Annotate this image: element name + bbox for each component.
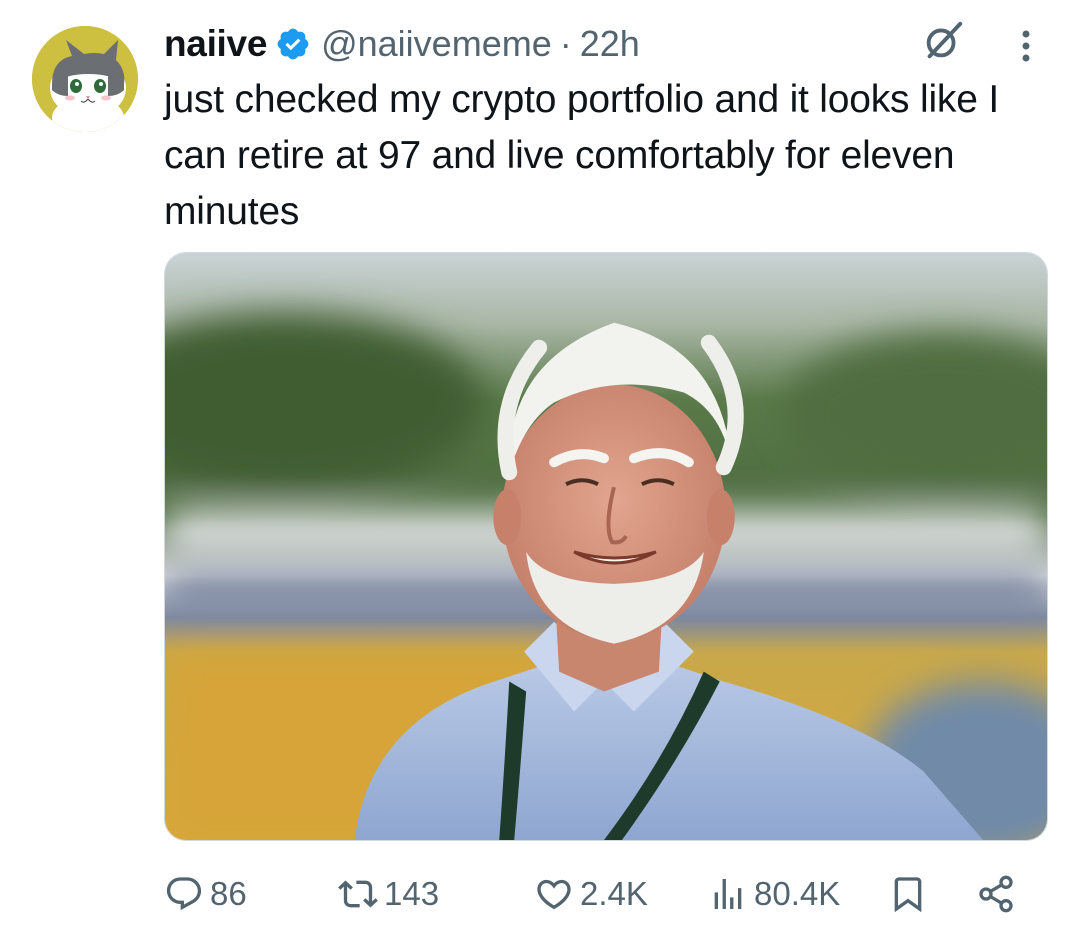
avatar[interactable] (32, 26, 138, 132)
reply-button[interactable]: 86 (164, 864, 247, 924)
user-handle[interactable]: @naiivememe (321, 23, 552, 65)
retweet-count: 143 (384, 875, 440, 912)
separator-dot: · (559, 23, 572, 64)
tweet-photo[interactable] (164, 252, 1048, 841)
retweet-button[interactable]: 143 (338, 864, 439, 924)
reply-icon (166, 877, 202, 911)
share-button[interactable] (976, 864, 1016, 924)
tweet-action-bar: 86 143 2.4K 80.4K (164, 864, 1044, 924)
retweet-icon (338, 880, 378, 908)
heart-icon (537, 879, 571, 910)
tweet-text: just checked my crypto portfolio and it … (164, 78, 999, 233)
bookmark-icon (894, 877, 922, 913)
views-button[interactable]: 80.4K (708, 864, 840, 924)
share-icon (979, 875, 1013, 913)
display-name[interactable]: naiive (164, 23, 267, 65)
cat-avatar-icon (32, 26, 138, 132)
reply-count: 86 (210, 875, 247, 912)
like-button[interactable]: 2.4K (534, 864, 648, 924)
tweet-header: naiive @naiivememe · 22h (164, 22, 640, 66)
grok-icon[interactable] (920, 18, 966, 64)
views-count: 80.4K (754, 875, 841, 912)
verified-badge-icon (275, 26, 311, 62)
like-count: 2.4K (580, 875, 648, 912)
timestamp[interactable]: 22h (580, 23, 640, 65)
bookmark-button[interactable] (888, 864, 928, 924)
more-vertical-icon[interactable] (1012, 26, 1040, 66)
views-icon (714, 879, 742, 909)
